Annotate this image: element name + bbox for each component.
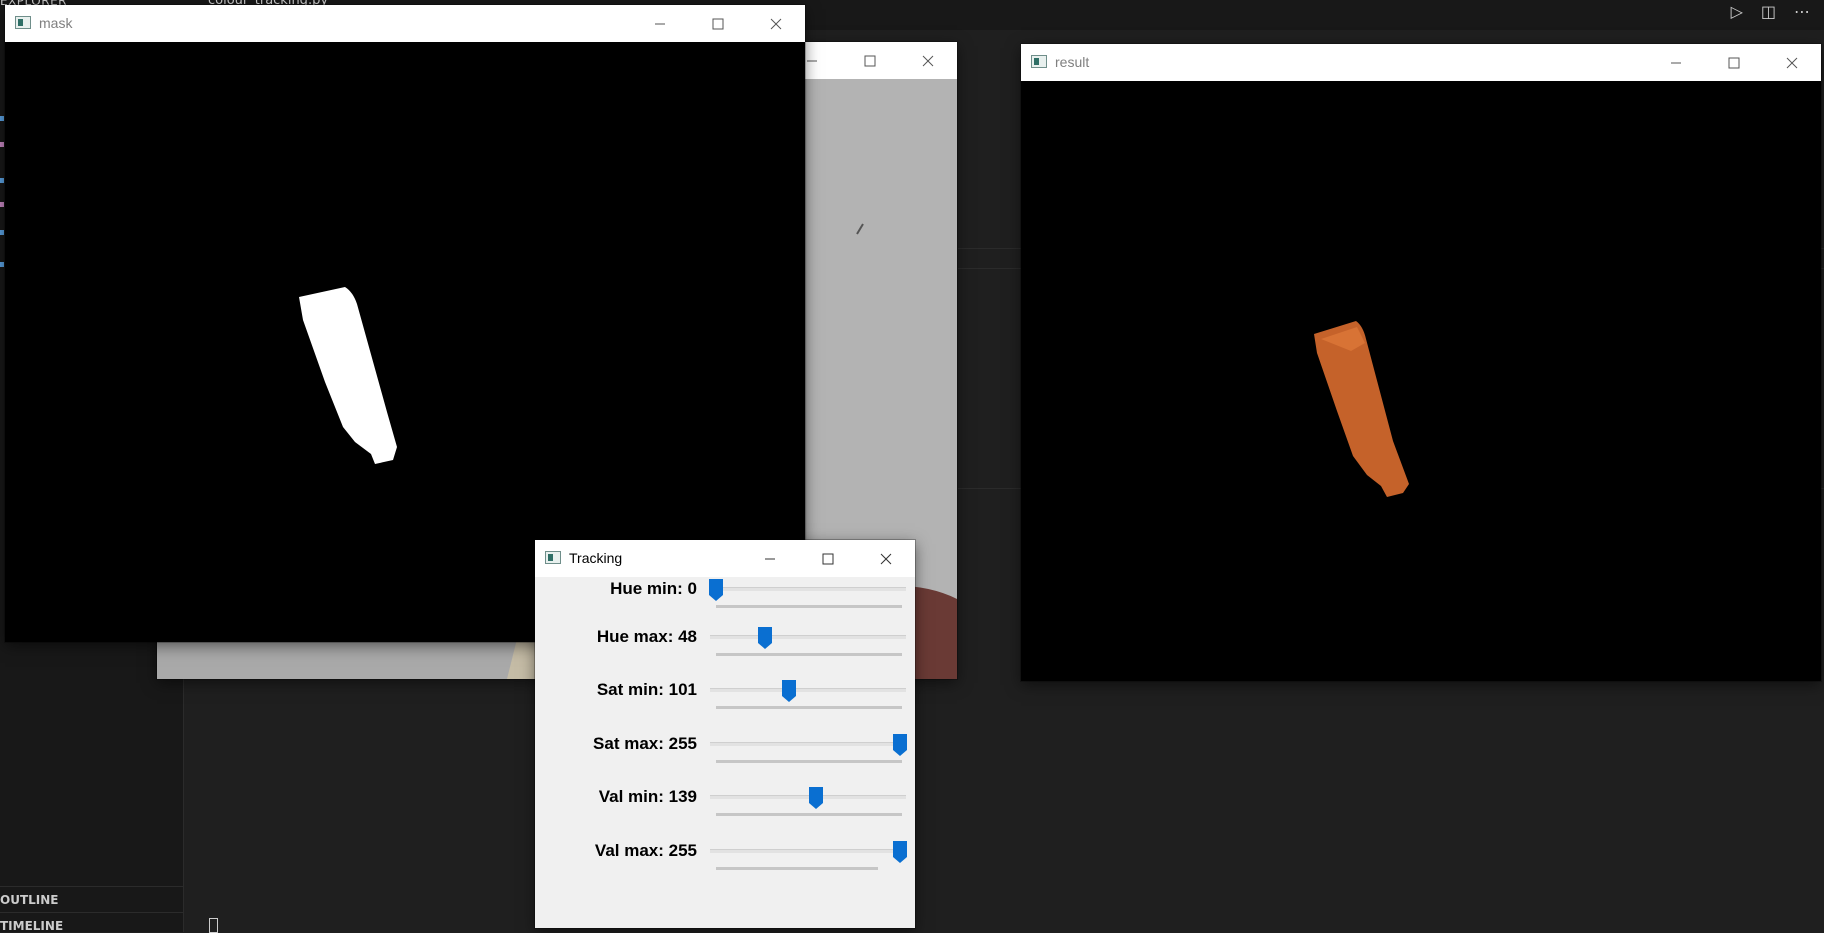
trackbar-ticks <box>716 867 878 870</box>
trackbar-slider[interactable] <box>710 635 906 639</box>
outline-section[interactable]: OUTLINE <box>0 893 58 907</box>
trackbar-thumb[interactable] <box>893 734 907 756</box>
close-icon[interactable] <box>747 5 805 42</box>
minimize-icon[interactable] <box>1647 44 1705 81</box>
minimize-icon[interactable] <box>741 540 799 577</box>
mask-blob <box>299 287 397 464</box>
gutter-marker <box>0 202 4 207</box>
run-icon[interactable]: ▷ <box>1731 2 1743 21</box>
trackbar-ticks <box>716 706 902 709</box>
tracking-title-bar[interactable]: Tracking <box>535 540 915 577</box>
trackbar-slider[interactable] <box>710 688 906 692</box>
trackbar-slider[interactable] <box>710 742 906 746</box>
result-title-bar[interactable]: result <box>1021 44 1821 81</box>
terminal-cursor <box>209 918 218 933</box>
close-icon[interactable] <box>899 42 957 79</box>
trackbar-ticks <box>716 605 902 608</box>
trackbar-slider[interactable] <box>710 587 906 591</box>
gutter-marker <box>0 116 4 121</box>
trackbar-thumb[interactable] <box>758 627 773 649</box>
split-editor-icon[interactable]: ◫ <box>1761 2 1776 21</box>
maximize-icon[interactable] <box>1705 44 1763 81</box>
trackbar-label: Sat min: 101 <box>596 680 697 699</box>
gutter-marker <box>0 230 4 235</box>
maximize-icon[interactable] <box>799 540 857 577</box>
trackbar-ticks <box>716 653 902 656</box>
trackbar-sat-min: Sat min: 101 <box>535 680 915 734</box>
divider <box>0 912 183 913</box>
result-blob <box>1314 321 1409 497</box>
close-icon[interactable] <box>857 540 915 577</box>
result-window: result <box>1021 44 1821 681</box>
window-title: Tracking <box>569 550 623 566</box>
trackbar-label: Hue max: 48 <box>596 627 697 646</box>
window-title: mask <box>39 15 73 31</box>
minimize-icon[interactable] <box>631 5 689 42</box>
gutter-marker <box>0 262 4 267</box>
trackbar-hue-min: Hue min: 0 <box>535 579 915 633</box>
trackbar-label: Sat max: 255 <box>593 734 697 753</box>
trackbar-thumb[interactable] <box>709 579 723 601</box>
window-title: result <box>1055 54 1090 70</box>
more-actions-icon[interactable]: ⋯ <box>1794 2 1810 21</box>
trackbar-slider[interactable] <box>710 795 906 799</box>
trackbar-label: Val max: 255 <box>594 841 697 860</box>
trackbar-val-min: Val min: 139 <box>535 787 915 841</box>
trackbar-sat-max: Sat max: 255 <box>535 734 915 788</box>
timeline-section[interactable]: TIMELINE <box>0 919 63 933</box>
trackbar-val-max: Val max: 255 <box>535 841 915 895</box>
close-icon[interactable] <box>1763 44 1821 81</box>
tracking-window: Tracking Hue min: 0 Hue max: 48 Sat min:… <box>535 540 915 928</box>
trackbar-hue-max: Hue max: 48 <box>535 627 915 681</box>
result-image <box>1021 81 1821 681</box>
trackbar-ticks <box>716 760 902 763</box>
opencv-window-icon <box>1031 55 1047 68</box>
opencv-window-icon <box>15 16 31 29</box>
trackbar-slider[interactable] <box>710 849 906 853</box>
trackbar-ticks <box>716 813 902 816</box>
trackbar-label: Hue min: 0 <box>610 579 697 598</box>
trackbar-thumb[interactable] <box>893 841 907 863</box>
trackbar-label: Val min: 139 <box>598 787 697 806</box>
maximize-icon[interactable] <box>841 42 899 79</box>
mask-title-bar[interactable]: mask <box>5 5 805 42</box>
divider <box>0 886 183 887</box>
maximize-icon[interactable] <box>689 5 747 42</box>
editor-actions: ▷ ◫ ⋯ <box>1731 2 1810 21</box>
trackbar-thumb[interactable] <box>781 680 796 702</box>
gutter-marker <box>0 142 4 147</box>
opencv-window-icon <box>545 551 561 564</box>
trackbar-thumb[interactable] <box>809 787 824 809</box>
trackbar-panel: Hue min: 0 Hue max: 48 Sat min: 101 Sat … <box>535 577 915 928</box>
gutter-marker <box>0 178 4 183</box>
